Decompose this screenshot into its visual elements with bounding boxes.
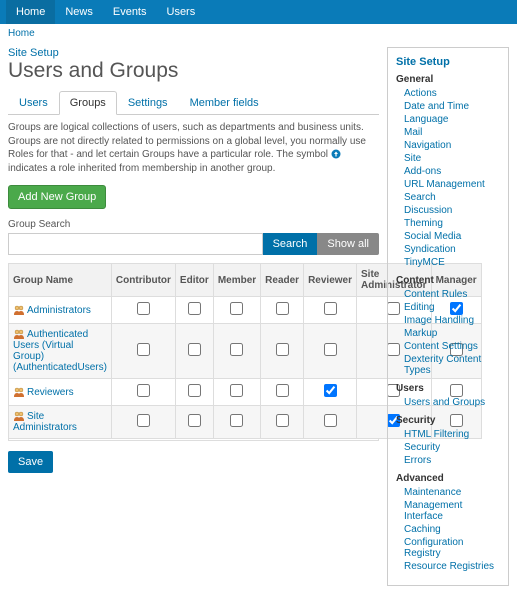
add-new-group-button[interactable]: Add New Group bbox=[8, 185, 106, 209]
inherited-role-icon bbox=[331, 149, 341, 159]
role-checkbox[interactable] bbox=[188, 414, 201, 427]
sidebar-link[interactable]: Errors bbox=[404, 455, 431, 466]
role-checkbox[interactable] bbox=[230, 414, 243, 427]
sidebar-category: Security bbox=[396, 415, 500, 426]
sidebar-link[interactable]: Social Media bbox=[404, 231, 461, 242]
nav-news[interactable]: News bbox=[55, 0, 103, 24]
search-button[interactable]: Search bbox=[263, 233, 318, 255]
sidebar-title: Site Setup bbox=[396, 56, 500, 68]
group-search-input[interactable] bbox=[8, 233, 263, 255]
group-search-label: Group Search bbox=[8, 219, 379, 230]
nav-events[interactable]: Events bbox=[103, 0, 157, 24]
description-text: Groups are logical collections of users,… bbox=[8, 121, 379, 175]
col-header: Member bbox=[213, 264, 260, 297]
role-checkbox[interactable] bbox=[137, 414, 150, 427]
role-checkbox[interactable] bbox=[230, 343, 243, 356]
role-checkbox[interactable] bbox=[324, 384, 337, 397]
sidebar-link[interactable]: Date and Time bbox=[404, 101, 469, 112]
sidebar-link[interactable]: Image Handling bbox=[404, 315, 474, 326]
role-checkbox[interactable] bbox=[324, 343, 337, 356]
top-nav: HomeNewsEventsUsers bbox=[0, 0, 517, 24]
sidebar-link[interactable]: URL Management bbox=[404, 179, 485, 190]
sidebar-link[interactable]: Dexterity Content Types bbox=[404, 354, 481, 376]
role-checkbox[interactable] bbox=[137, 343, 150, 356]
sidebar-link[interactable]: Add-ons bbox=[404, 166, 441, 177]
sidebar-link[interactable]: Resource Registries bbox=[404, 561, 494, 572]
sidebar-link[interactable]: Markup bbox=[404, 328, 437, 339]
col-header: Editor bbox=[175, 264, 213, 297]
sidebar-link[interactable]: Configuration Registry bbox=[404, 537, 463, 559]
site-setup-link[interactable]: Site Setup bbox=[8, 47, 59, 59]
sidebar-link[interactable]: Security bbox=[404, 442, 440, 453]
table-scrollbar[interactable] bbox=[8, 439, 379, 441]
sidebar-link[interactable]: Language bbox=[404, 114, 449, 125]
sidebar-category: Advanced bbox=[396, 473, 500, 484]
role-checkbox[interactable] bbox=[137, 302, 150, 315]
sidebar-category: Content bbox=[396, 275, 500, 286]
sidebar-link[interactable]: Mail bbox=[404, 127, 422, 138]
sidebar-link[interactable]: HTML Filtering bbox=[404, 429, 469, 440]
group-icon bbox=[13, 387, 25, 397]
role-checkbox[interactable] bbox=[230, 302, 243, 315]
sidebar-category: Users bbox=[396, 383, 500, 394]
role-checkbox[interactable] bbox=[188, 302, 201, 315]
sidebar-link[interactable]: Theming bbox=[404, 218, 443, 229]
col-header: Reviewer bbox=[304, 264, 357, 297]
group-link[interactable]: Administrators bbox=[27, 305, 91, 316]
col-header: Group Name bbox=[9, 264, 112, 297]
nav-home[interactable]: Home bbox=[6, 0, 55, 24]
sidebar-link[interactable]: Search bbox=[404, 192, 436, 203]
sidebar-link[interactable]: Management Interface bbox=[404, 500, 462, 522]
nav-users[interactable]: Users bbox=[157, 0, 206, 24]
show-all-button[interactable]: Show all bbox=[317, 233, 379, 255]
role-checkbox[interactable] bbox=[188, 384, 201, 397]
role-checkbox[interactable] bbox=[324, 302, 337, 315]
group-icon bbox=[13, 329, 25, 339]
col-header: Reader bbox=[261, 264, 304, 297]
sidebar-link[interactable]: Site bbox=[404, 153, 421, 164]
sidebar-category: General bbox=[396, 74, 500, 85]
sidebar-link[interactable]: Content Settings bbox=[404, 341, 478, 352]
breadcrumb: Home bbox=[0, 24, 517, 43]
sidebar-link[interactable]: Users and Groups bbox=[404, 397, 485, 408]
tab-member-fields[interactable]: Member fields bbox=[179, 91, 270, 114]
role-checkbox[interactable] bbox=[324, 414, 337, 427]
role-checkbox[interactable] bbox=[276, 414, 289, 427]
role-checkbox[interactable] bbox=[276, 384, 289, 397]
tabs: UsersGroupsSettingsMember fields bbox=[8, 91, 379, 115]
sidebar: Site Setup General Actions Date and Time La… bbox=[387, 47, 509, 586]
sidebar-link[interactable]: Caching bbox=[404, 524, 441, 535]
col-header: Contributor bbox=[111, 264, 175, 297]
page-title: Users and Groups bbox=[8, 59, 379, 83]
sidebar-link[interactable]: Navigation bbox=[404, 140, 451, 151]
sidebar-link[interactable]: Syndication bbox=[404, 244, 456, 255]
tab-settings[interactable]: Settings bbox=[117, 91, 179, 114]
sidebar-link[interactable]: Maintenance bbox=[404, 487, 461, 498]
role-checkbox[interactable] bbox=[230, 384, 243, 397]
group-link[interactable]: Authenticated Users (Virtual Group) (Aut… bbox=[13, 329, 107, 373]
role-checkbox[interactable] bbox=[188, 343, 201, 356]
sidebar-link[interactable]: Content Rules bbox=[404, 289, 467, 300]
tab-users[interactable]: Users bbox=[8, 91, 59, 114]
role-checkbox[interactable] bbox=[276, 302, 289, 315]
group-link[interactable]: Reviewers bbox=[27, 387, 74, 398]
sidebar-link[interactable]: Discussion bbox=[404, 205, 452, 216]
breadcrumb-home[interactable]: Home bbox=[8, 28, 35, 39]
save-button[interactable]: Save bbox=[8, 451, 53, 473]
group-icon bbox=[13, 411, 25, 421]
tab-groups[interactable]: Groups bbox=[59, 91, 117, 115]
sidebar-link[interactable]: TinyMCE bbox=[404, 257, 445, 268]
group-icon bbox=[13, 305, 25, 315]
sidebar-link[interactable]: Editing bbox=[404, 302, 435, 313]
role-checkbox[interactable] bbox=[137, 384, 150, 397]
sidebar-link[interactable]: Actions bbox=[404, 88, 437, 99]
role-checkbox[interactable] bbox=[276, 343, 289, 356]
